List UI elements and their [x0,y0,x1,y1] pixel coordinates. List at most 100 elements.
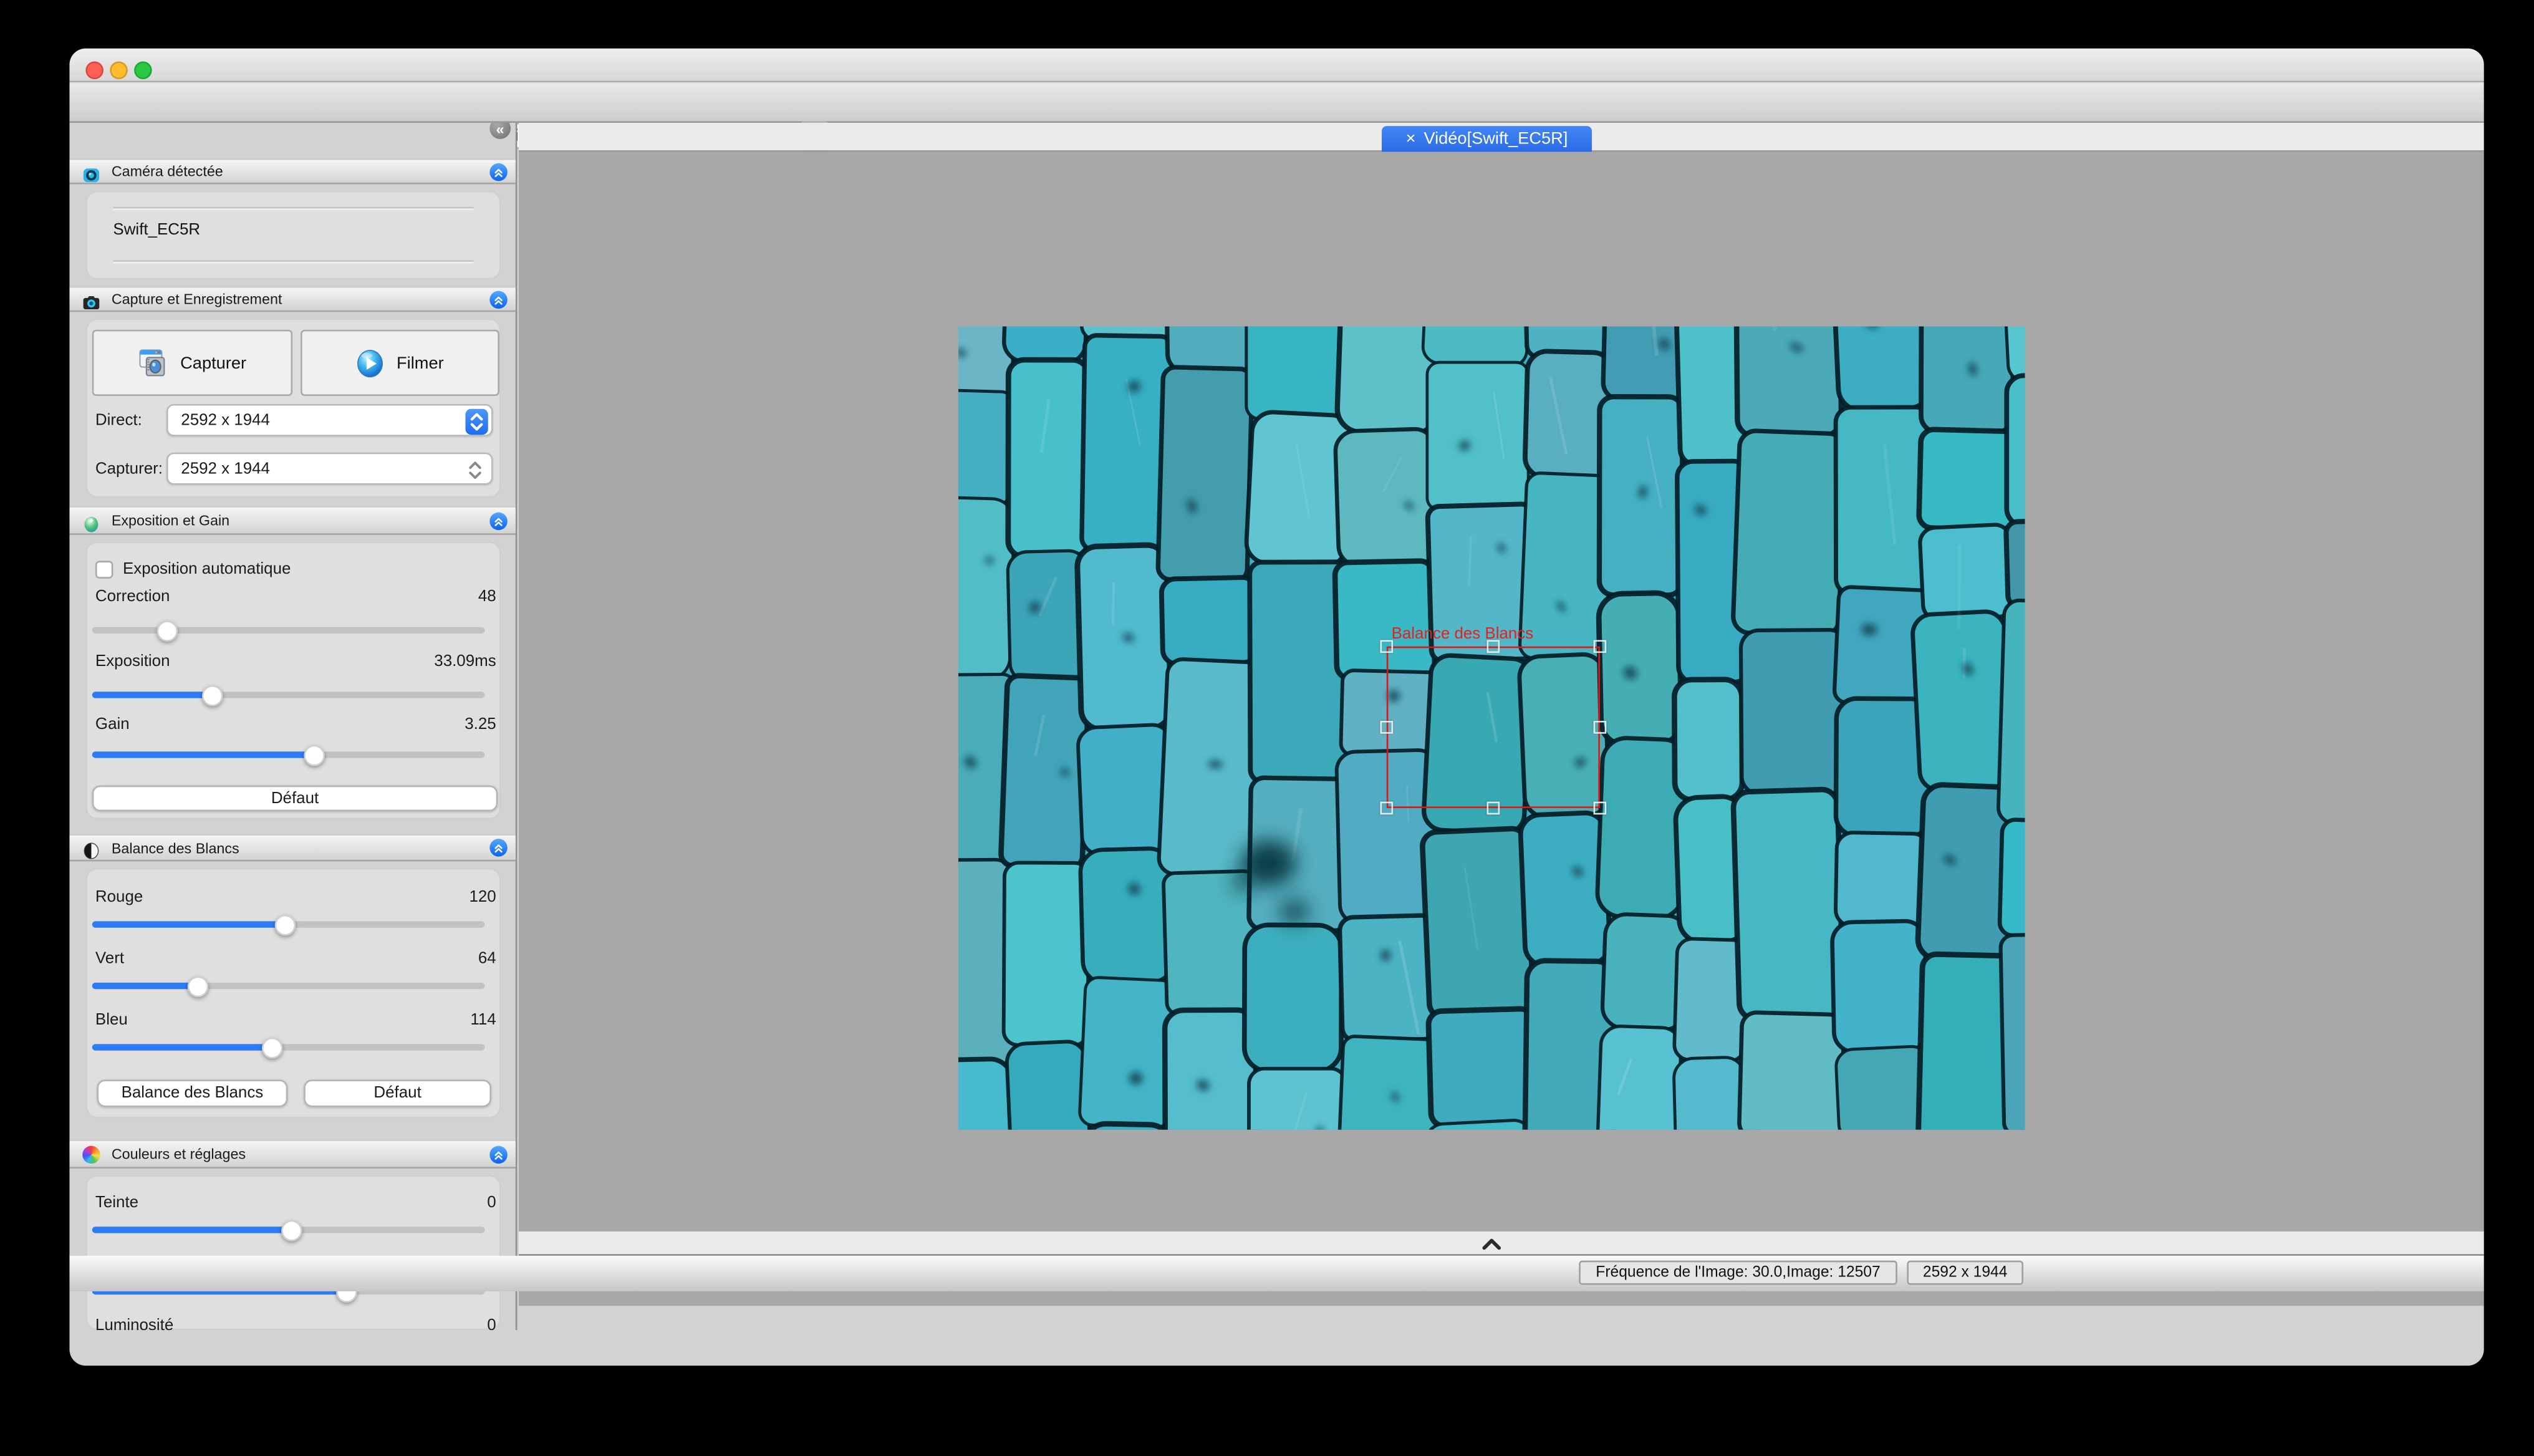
panel-title: Balance des Blancs [112,836,239,860]
expand-bottom-panel-icon[interactable] [1482,1237,1501,1251]
resolution-status: 2592 x 1944 [1907,1261,2023,1285]
collapse-panel-button[interactable] [489,162,508,180]
white-balance-roi-label: Balance des Blancs [1392,625,1534,644]
panel-header-camera[interactable]: Caméra détectée [69,158,517,184]
bottom-panel-strip [519,1232,2484,1256]
colors-panel-body [85,1175,501,1330]
white-balance-roi[interactable] [1387,647,1600,808]
white_balance-bleu-slider-fill [92,1044,273,1049]
exposure-gain-label: Gain [95,716,130,734]
white_balance-bleu-value: 114 [470,1011,496,1029]
white_balance-rouge-slider-fill [92,921,285,927]
direct-resolution-select[interactable]: 2592 x 1944 [166,404,493,436]
auto-exposure-checkbox[interactable] [95,561,113,579]
white-balance-default-label: Défaut [373,1084,421,1102]
color-wheel-icon [82,1145,100,1163]
screen: 33% Pixel NA 10umCSV « [0,0,2534,1456]
exposure-icon [82,511,100,529]
white-balance-icon [82,839,100,857]
title-bar[interactable] [69,49,2483,82]
exposure-correction-slider-track[interactable] [92,627,485,633]
camera-panel-body: Swift_EC5R [85,191,501,280]
image-canvas[interactable]: Balance des Blancs [519,152,2484,1306]
colors-luminosite-value: 0 [487,1317,496,1330]
panel-title: Capture et Enregistrement [112,287,282,310]
record-video-button[interactable]: Filmer [301,330,499,396]
divider [113,208,473,210]
collapse-panel-button[interactable] [489,511,508,529]
stepper-icon[interactable] [465,409,488,435]
panel-header-white-balance[interactable]: Balance des Blancs [69,834,517,861]
panel-title: Caméra détectée [112,160,223,183]
exposure-default-label: Défaut [271,789,319,808]
exposure-exposition-slider-track[interactable] [92,692,485,697]
exposure-default-button[interactable]: Défaut [92,786,498,811]
webcam-icon [82,162,100,180]
white-balance-default-button[interactable]: Défaut [304,1079,491,1107]
panel-title: Couleurs et réglages [112,1141,246,1167]
record-video-icon [356,349,385,378]
colors-teinte-slider-fill [92,1227,292,1232]
status-bar: Fréquence de l'Image: 30.0,Image: 12507 … [69,1256,2483,1291]
white_balance-vert-value: 64 [478,950,496,968]
capture-resolution-select[interactable]: 2592 x 1944 [166,453,493,485]
white_balance-rouge-value: 120 [469,889,496,907]
close-window-button[interactable] [85,61,104,79]
collapse-sidebar-glyph: « [496,123,504,138]
roi-resize-handle[interactable] [1594,640,1607,653]
white_balance-vert-label: Vert [95,950,124,968]
exposure-panel-body [85,541,501,819]
capture-resolution-label: Capturer: [95,461,163,479]
capture-photo-icon [138,349,169,377]
exposure-exposition-value: 33.09ms [434,653,496,671]
camera-device-name[interactable]: Swift_EC5R [113,221,200,239]
capture-photo-label: Capturer [180,353,246,372]
white_balance-rouge-label: Rouge [95,889,143,907]
white_balance-vert-slider-track[interactable] [92,983,485,988]
roi-resize-handle[interactable] [1594,721,1607,734]
exposure-correction-value: 48 [478,588,496,606]
roi-resize-handle[interactable] [1380,721,1393,734]
direct-resolution-label: Direct: [95,412,142,430]
stepper-icon[interactable] [465,457,484,491]
camera-icon [82,290,100,308]
close-tab-icon[interactable]: × [1406,129,1416,148]
collapse-panel-button[interactable] [489,1145,508,1163]
roi-resize-handle[interactable] [1380,802,1393,815]
panel-header-capture[interactable]: Capture et Enregistrement [69,286,517,312]
exposure-correction-label: Correction [95,588,170,606]
video-tab[interactable]: × Vidéo[Swift_EC5R] [1382,126,1592,152]
white_balance-bleu-label: Bleu [95,1011,128,1029]
capture-photo-button[interactable]: Capturer [92,330,292,396]
colors-luminosite-label: Luminosité [95,1317,173,1330]
white_balance-bleu-slider-track[interactable] [92,1044,485,1049]
colors-teinte-label: Teinte [95,1194,138,1212]
auto-exposure-label: Exposition automatique [123,561,291,579]
collapse-panel-button[interactable] [489,290,508,308]
collapse-sidebar-button[interactable]: « [489,123,511,139]
minimize-window-button[interactable] [110,61,128,79]
white-balance-button[interactable]: Balance des Blancs [97,1079,288,1107]
panel-title: Exposition et Gain [112,508,229,533]
white_balance-vert-slider-fill [92,983,198,988]
exposure-gain-slider-track[interactable] [92,751,485,757]
exposure-exposition-label: Exposition [95,653,170,671]
direct-resolution-value: 2592 x 1944 [181,406,270,435]
white-balance-button-label: Balance des Blancs [122,1084,264,1102]
collapse-panel-button[interactable] [489,839,508,857]
video-tab-label: Vidéo[Swift_EC5R] [1424,129,1568,148]
colors-teinte-value: 0 [487,1194,496,1212]
exposure-gain-value: 3.25 [465,716,496,734]
app-window: 33% Pixel NA 10umCSV « [69,49,2483,1366]
exposure-correction-slider-thumb[interactable] [157,620,178,641]
panel-header-exposure[interactable]: Exposition et Gain [69,506,517,535]
sidebar: « Caméra détectée Swift_EC5R [69,123,517,1330]
roi-resize-handle[interactable] [1594,802,1607,815]
roi-resize-handle[interactable] [1486,802,1500,815]
exposure-gain-slider-thumb[interactable] [304,745,325,766]
divider [113,262,473,264]
frame-info-status: Fréquence de l'Image: 30.0,Image: 12507 [1579,1261,1897,1285]
record-video-label: Filmer [397,353,444,372]
zoom-window-button[interactable] [134,61,152,79]
panel-header-colors[interactable]: Couleurs et réglages [69,1139,517,1169]
